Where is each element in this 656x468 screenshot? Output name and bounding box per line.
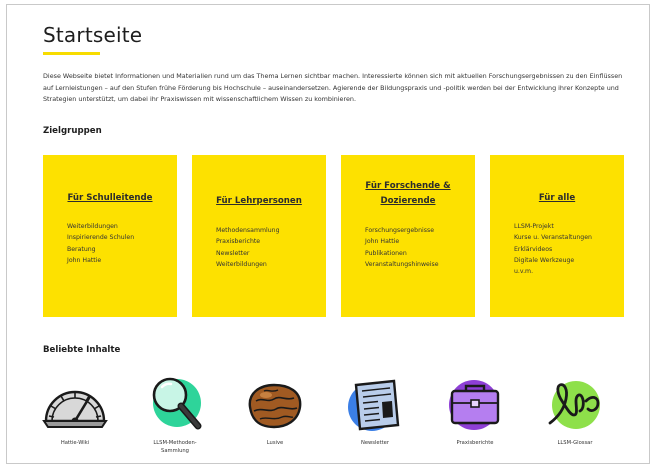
popular-item-label: LLSM-Glossar xyxy=(557,440,593,446)
popular-item-lusive[interactable]: Lusive xyxy=(235,371,315,447)
popular-content-row: Hattie-Wiki LLSM-Methoden- Sammlung Lusi… xyxy=(42,371,627,465)
abc-icon xyxy=(548,381,600,429)
popular-item-praxisberichte[interactable]: Praxisberichte xyxy=(435,371,515,447)
target-group-tiles: Für Schulleitende Weiterbildungen Inspir… xyxy=(43,155,627,317)
popular-item-methoden-sammlung[interactable]: LLSM-Methoden- Sammlung xyxy=(135,371,215,455)
popular-item-newsletter[interactable]: Newsletter xyxy=(335,371,415,447)
tile-forschende-title[interactable]: Für Forschende & Dozierende xyxy=(347,179,469,209)
tile-forschende-title-line2: Dozierende xyxy=(380,196,436,206)
popular-item-label-line1: LLSM-Methoden- xyxy=(153,440,197,446)
tile-link[interactable]: John Hattie xyxy=(67,255,134,266)
tile-link[interactable]: Praxisberichte xyxy=(216,236,280,247)
title-underline xyxy=(43,52,100,55)
tile-link[interactable]: Digitale Werkzeuge xyxy=(514,255,592,266)
tile-lehrpersonen-title[interactable]: Für Lehrpersonen xyxy=(198,194,320,209)
popular-item-label: Newsletter xyxy=(360,440,390,446)
newspaper-icon xyxy=(348,379,400,431)
tile-lehrpersonen[interactable]: Für Lehrpersonen Methodensammlung Praxis… xyxy=(192,155,326,317)
popular-item-label: LLSM-Methoden- Sammlung xyxy=(135,439,215,455)
tile-link[interactable]: Beratung xyxy=(67,244,134,255)
tile-link[interactable]: Inspirierende Schulen xyxy=(67,232,134,243)
tile-link[interactable]: Weiterbildungen xyxy=(67,221,134,232)
briefcase-icon xyxy=(449,380,500,430)
tile-link[interactable]: Methodensammlung xyxy=(216,225,280,236)
tile-link[interactable]: Forschungsergebnisse xyxy=(365,225,439,236)
intro-paragraph: Diese Webseite bietet Informationen und … xyxy=(43,72,623,104)
tile-link[interactable]: Kurse u. Veranstaltungen xyxy=(514,232,592,243)
tile-alle[interactable]: Für alle LLSM-Projekt Kurse u. Veranstal… xyxy=(490,155,624,317)
popular-item-label-line2: Sammlung xyxy=(161,448,189,454)
tile-forschende-title-line1: Für Forschende & xyxy=(365,181,451,191)
tile-link[interactable]: Newsletter xyxy=(216,248,280,259)
popular-item-label: Lusive xyxy=(266,440,284,446)
page-title: Startseite xyxy=(43,23,143,47)
tile-link[interactable]: Weiterbildungen xyxy=(216,259,280,270)
tile-link[interactable]: Erklärvideos xyxy=(514,244,592,255)
popular-item-hattie-wiki[interactable]: Hattie-Wiki xyxy=(35,371,115,447)
tile-forschende[interactable]: Für Forschende & Dozierende Forschungser… xyxy=(341,155,475,317)
page-frame: Startseite Diese Webseite bietet Informa… xyxy=(6,4,650,464)
tile-link[interactable]: Publikationen xyxy=(365,248,439,259)
tile-schulleitende-title[interactable]: Für Schulleitende xyxy=(49,191,171,206)
tile-alle-title[interactable]: Für alle xyxy=(496,191,618,206)
tile-link[interactable]: Veranstaltungshinweise xyxy=(365,259,439,270)
tile-schulleitende-list: Weiterbildungen Inspirierende Schulen Be… xyxy=(67,221,134,266)
tile-schulleitende[interactable]: Für Schulleitende Weiterbildungen Inspir… xyxy=(43,155,177,317)
tile-link[interactable]: LLSM-Projekt xyxy=(514,221,592,232)
beliebte-inhalte-heading: Beliebte Inhalte xyxy=(43,345,121,355)
tile-lehrpersonen-list: Methodensammlung Praxisberichte Newslett… xyxy=(216,225,280,270)
tile-link[interactable]: u.v.m. xyxy=(514,266,592,277)
barometer-icon xyxy=(42,390,108,428)
zielgruppen-heading: Zielgruppen xyxy=(43,126,102,136)
walnut-icon xyxy=(248,383,302,429)
tile-forschende-list: Forschungsergebnisse John Hattie Publika… xyxy=(365,225,439,270)
popular-item-label: Hattie-Wiki xyxy=(60,440,90,446)
magnifier-icon xyxy=(152,377,202,430)
popular-item-glossar[interactable]: LLSM-Glossar xyxy=(535,371,615,447)
tile-link[interactable]: John Hattie xyxy=(365,236,439,247)
tile-alle-list: LLSM-Projekt Kurse u. Veranstaltungen Er… xyxy=(514,221,592,277)
popular-item-label: Praxisberichte xyxy=(456,440,494,446)
